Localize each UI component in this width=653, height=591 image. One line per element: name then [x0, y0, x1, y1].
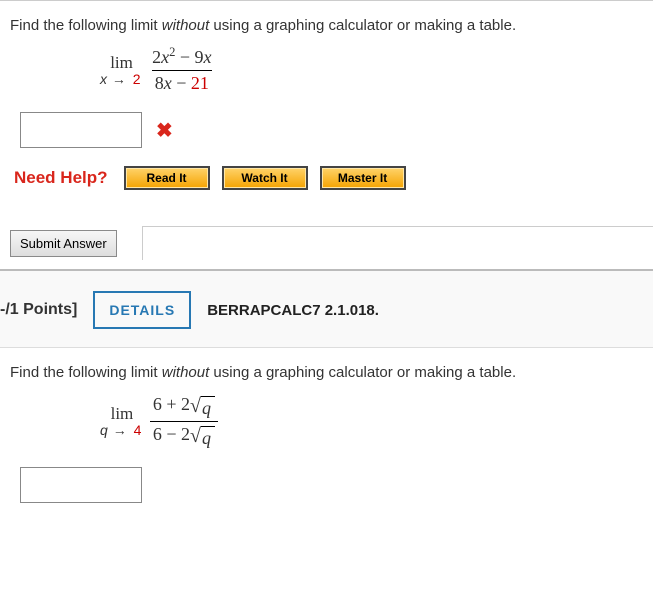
prompt-text-a: Find the following limit: [10, 17, 162, 34]
answer-row: ✖: [20, 112, 643, 148]
num-coef: 2: [152, 47, 161, 67]
lim-arrow: →: [112, 71, 127, 87]
lim-var: q: [100, 422, 108, 438]
incorrect-icon: ✖: [156, 118, 173, 143]
fraction: 6 + 2√q 6 − 2√q: [150, 393, 218, 449]
prompt-emphasis: without: [162, 17, 210, 34]
lim-word: lim: [110, 54, 133, 72]
num-a: 6 + 2: [153, 394, 190, 414]
sqrt-icon: √q: [190, 396, 215, 420]
num-var2: x: [204, 47, 212, 67]
answer-input[interactable]: [20, 112, 142, 148]
numerator: 2x2 − 9x: [149, 46, 214, 70]
divider-v: [142, 226, 143, 260]
question-1-section: Find the following limit without using a…: [0, 0, 653, 208]
question-2-header: -/1 Points] DETAILS BERRAPCALC7 2.1.018.: [0, 269, 653, 347]
sqrt-icon: √q: [190, 426, 215, 450]
den-a: 6 − 2: [153, 424, 190, 444]
prompt-text-b: using a graphing calculator or making a …: [209, 17, 516, 34]
lim-subscript: x → 2: [100, 72, 143, 87]
prompt-text-b: using a graphing calculator or making a …: [209, 364, 516, 381]
watch-it-button[interactable]: Watch It: [222, 166, 308, 190]
limit-expression: lim q → 4 6 + 2√q 6 − 2√q: [100, 393, 643, 449]
limit-operator: lim q → 4: [100, 405, 144, 438]
denominator: 8x − 21: [152, 70, 212, 95]
lim-subscript: q → 4: [100, 423, 144, 438]
den-var: x: [164, 73, 172, 93]
lim-value: 4: [132, 422, 144, 438]
prompt-emphasis: without: [162, 364, 210, 381]
master-it-button[interactable]: Master It: [320, 166, 406, 190]
den-const: 21: [191, 73, 209, 93]
den-op: −: [172, 73, 191, 93]
details-button[interactable]: DETAILS: [93, 291, 191, 329]
lim-word: lim: [111, 405, 134, 423]
limit-operator: lim x → 2: [100, 54, 143, 87]
denominator: 6 − 2√q: [150, 421, 218, 450]
lim-value: 2: [131, 71, 143, 87]
sqrt-arg: q: [201, 426, 215, 450]
points-label: -/1 Points]: [0, 301, 77, 319]
num-tail: − 9: [175, 47, 203, 67]
help-row: Need Help? Read It Watch It Master It: [14, 166, 643, 190]
submit-answer-button[interactable]: Submit Answer: [10, 230, 117, 257]
question-2-section: Find the following limit without using a…: [0, 347, 653, 525]
question-prompt: Find the following limit without using a…: [10, 364, 643, 381]
divider-h: [142, 226, 653, 227]
answer-row: [20, 467, 643, 503]
sqrt-arg: q: [201, 396, 215, 420]
read-it-button[interactable]: Read It: [124, 166, 210, 190]
numerator: 6 + 2√q: [150, 393, 218, 421]
answer-input[interactable]: [20, 467, 142, 503]
submit-area: Submit Answer: [0, 208, 653, 269]
lim-var: x: [100, 71, 108, 87]
lim-arrow: →: [113, 422, 128, 438]
prompt-text-a: Find the following limit: [10, 364, 162, 381]
limit-expression: lim x → 2 2x2 − 9x 8x − 21: [100, 46, 643, 94]
question-prompt: Find the following limit without using a…: [10, 17, 643, 34]
num-var1: x: [161, 47, 169, 67]
need-help-label: Need Help?: [14, 168, 108, 188]
question-reference: BERRAPCALC7 2.1.018.: [207, 302, 379, 319]
den-coef: 8: [155, 73, 164, 93]
fraction: 2x2 − 9x 8x − 21: [149, 46, 214, 94]
